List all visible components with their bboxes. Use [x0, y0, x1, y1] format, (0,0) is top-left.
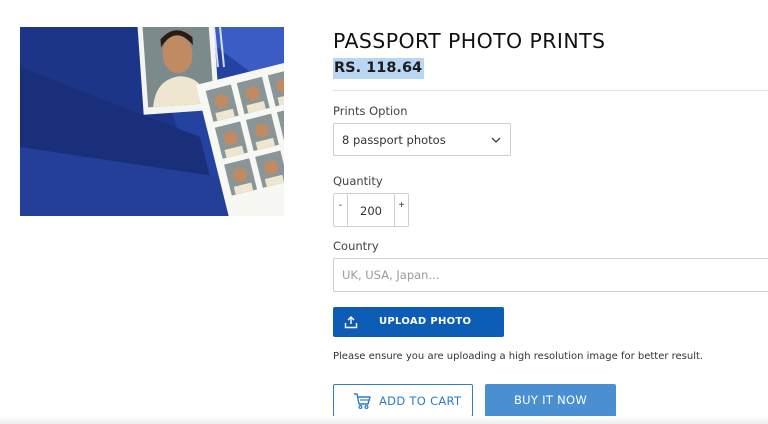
chevron-down-icon [491, 137, 501, 143]
add-to-cart-label: ADD TO CART [379, 394, 462, 408]
divider [333, 90, 768, 91]
product-title: PASSPORT PHOTO PRINTS [333, 29, 606, 53]
prints-option-label: Prints Option [333, 104, 408, 118]
buy-now-label: BUY IT NOW [513, 393, 588, 407]
quantity-label: Quantity [333, 174, 383, 188]
product-price: RS. 118.64 [333, 58, 425, 79]
country-label: Country [333, 239, 379, 253]
upload-note: Please ensure you are uploading a high r… [333, 351, 704, 362]
prints-option-value: 8 passport photos [342, 133, 446, 147]
upload-photo-button[interactable]: UPLOAD PHOTO [333, 307, 504, 337]
quantity-input[interactable]: 200 [348, 194, 394, 226]
prints-option-select[interactable]: 8 passport photos [333, 123, 511, 156]
country-input[interactable] [334, 259, 768, 291]
upload-icon [344, 316, 358, 329]
quantity-stepper: - 200 + [333, 193, 409, 227]
quantity-increment-button[interactable]: + [394, 194, 408, 226]
buy-now-button[interactable]: BUY IT NOW [485, 384, 616, 417]
upload-photo-label: UPLOAD PHOTO [379, 316, 472, 327]
product-image [20, 27, 284, 216]
country-field [333, 258, 768, 292]
page-bottom-edge [0, 416, 768, 424]
add-to-cart-button[interactable]: ADD TO CART [333, 384, 473, 417]
cart-icon [354, 393, 371, 410]
quantity-decrement-button[interactable]: - [334, 194, 348, 226]
